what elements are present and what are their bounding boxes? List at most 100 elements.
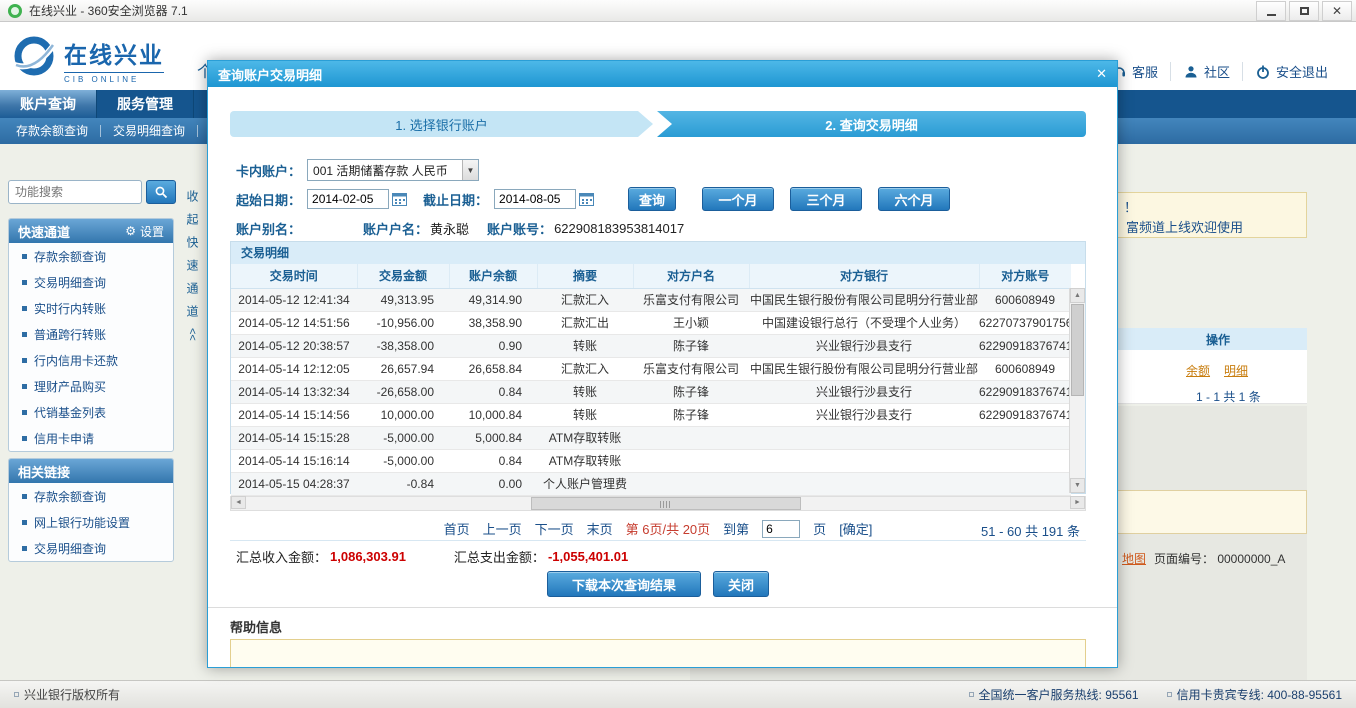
table-header-row: 交易时间 交易金额 账户余额 摘要 对方户名 对方银行 对方账号 [231,264,1071,288]
related-link-label: 存款余额查询 [34,488,106,505]
sidebar-item-interbank-transfer[interactable]: 普通跨行转账 [9,321,173,347]
community-label: 社区 [1204,62,1230,81]
transaction-row[interactable]: 2014-05-12 12:41:3449,313.9549,314.90汇款汇… [231,288,1071,311]
horizontal-scrollbar-thumb[interactable] [531,497,801,510]
transaction-row[interactable]: 2014-05-12 20:38:57-38,358.000.90转账陈子锋兴业… [231,334,1071,357]
transaction-row[interactable]: 2014-05-14 15:16:14-5,000.000.84ATM存取转账 [231,449,1071,472]
horizontal-scrollbar[interactable]: ◄ ► [230,496,1086,511]
transaction-cell: 38,358.90 [449,311,537,334]
tab-account-query[interactable]: 账户查询 [0,90,97,118]
col-header-time[interactable]: 交易时间 [231,264,357,288]
end-date-calendar-button[interactable] [579,192,594,206]
community-link[interactable]: 社区 [1170,62,1242,81]
vertical-scrollbar-thumb[interactable] [1071,304,1084,396]
transaction-cell [749,472,979,495]
subnav-transaction-detail[interactable]: 交易明细查询 [101,118,197,144]
transaction-cell: -10,956.00 [357,311,449,334]
col-header-counterparty-bank[interactable]: 对方银行 [749,264,979,288]
three-month-button[interactable]: 三个月 [790,187,862,211]
modal-header[interactable]: 查询账户交易明细 ✕ [208,61,1117,87]
gear-icon: ⚙ [125,225,136,237]
sidebar-item-transaction-detail[interactable]: 交易明细查询 [9,269,173,295]
first-page-link[interactable]: 首页 [444,519,470,538]
transaction-cell [749,426,979,449]
search-input[interactable] [8,180,142,204]
transaction-cell: 2014-05-14 13:32:34 [231,380,357,403]
goto-page-input[interactable] [762,520,800,538]
query-button[interactable]: 查询 [628,187,676,211]
six-month-button[interactable]: 六个月 [878,187,950,211]
subnav-deposit-balance[interactable]: 存款余额查询 [4,118,100,144]
sidebar-item-creditcard-apply[interactable]: 信用卡申请 [9,425,173,451]
transaction-row[interactable]: 2014-05-15 04:28:37-0.840.00个人账户管理费 [231,472,1071,495]
collapse-quick-channel-strip[interactable]: 收起快速通道<< [181,190,201,341]
account-select[interactable]: 001 活期储蓄存款 人民币 ▼ [307,159,479,181]
col-header-summary[interactable]: 摘要 [537,264,633,288]
income-total-label: 汇总收入金额： [236,547,327,566]
scroll-up-icon[interactable]: ▲ [1070,288,1085,303]
related-link-deposit-balance[interactable]: 存款余额查询 [9,483,173,509]
account-select-label: 卡内账户： [236,161,301,180]
related-link-transaction-detail[interactable]: 交易明细查询 [9,535,173,561]
quick-settings-button[interactable]: ⚙ 设置 [125,223,164,240]
col-header-balance[interactable]: 账户余额 [449,264,537,288]
transaction-cell [633,449,749,472]
step-select-account: 1. 选择银行账户 [230,111,653,137]
sidebar-item-creditcard-repay[interactable]: 行内信用卡还款 [9,347,173,373]
start-date-input[interactable] [307,189,389,209]
safe-logout-link[interactable]: 安全退出 [1242,62,1340,81]
vertical-scrollbar[interactable]: ▲ ▼ [1069,288,1085,493]
end-date-input[interactable] [494,189,576,209]
start-date-calendar-button[interactable] [392,192,407,206]
person-icon [1183,64,1199,80]
transaction-row[interactable]: 2014-05-14 13:32:34-26,658.000.84转账陈子锋兴业… [231,380,1071,403]
transaction-cell: 陈子锋 [633,403,749,426]
search-button[interactable] [146,180,176,204]
window-controls: ✕ [1253,0,1352,22]
transaction-row[interactable]: 2014-05-14 12:12:0526,657.9426,658.84汇款汇… [231,357,1071,380]
tab-service-management[interactable]: 服务管理 [97,90,194,118]
safe-logout-label: 安全退出 [1276,62,1328,81]
chevron-down-icon: ▼ [462,160,478,180]
goto-confirm-link[interactable]: [确定] [839,519,872,538]
welcome-notice-line2: 富频道上线欢迎使用 [1126,217,1243,236]
col-header-counterparty-account[interactable]: 对方账号 [979,264,1071,288]
modal-close-icon[interactable]: ✕ [1096,66,1107,82]
sidebar-item-deposit-balance[interactable]: 存款余额查询 [9,243,173,269]
bullet-icon [22,254,27,259]
sitemap-link[interactable]: 地图 [1122,550,1146,567]
scroll-right-icon[interactable]: ► [1070,496,1085,509]
download-results-button[interactable]: 下载本次查询结果 [547,571,701,597]
maximize-button[interactable] [1289,1,1319,21]
prev-page-link[interactable]: 上一页 [483,519,522,538]
scroll-down-icon[interactable]: ▼ [1070,478,1085,493]
next-page-link[interactable]: 下一页 [535,519,574,538]
related-link-ebank-settings[interactable]: 网上银行功能设置 [9,509,173,535]
page-footer: 兴业银行版权所有 全国统一客户服务热线: 95561 信用卡贵宾专线: 400-… [0,680,1356,708]
transaction-cell: -5,000.00 [357,426,449,449]
detail-link[interactable]: 明细 [1224,362,1248,379]
close-window-button[interactable]: ✕ [1322,1,1352,21]
transaction-row[interactable]: 2014-05-14 15:15:28-5,000.005,000.84ATM存… [231,426,1071,449]
sidebar-item-fund-list[interactable]: 代销基金列表 [9,399,173,425]
one-month-button[interactable]: 一个月 [702,187,774,211]
bullet-icon [22,520,27,525]
col-header-amount[interactable]: 交易金额 [357,264,449,288]
bullet-icon [22,358,27,363]
minimize-button[interactable] [1256,1,1286,21]
expense-total-value: -1,055,401.01 [548,549,628,564]
sidebar-item-wealth-product[interactable]: 理财产品购买 [9,373,173,399]
balance-link[interactable]: 余额 [1186,362,1210,379]
related-links-title: 相关链接 [18,462,70,481]
transaction-row[interactable]: 2014-05-14 15:14:5610,000.0010,000.84转账陈… [231,403,1071,426]
transaction-row[interactable]: 2014-05-12 14:51:56-10,956.0038,358.90汇款… [231,311,1071,334]
sidebar-item-label: 交易明细查询 [34,274,106,291]
last-page-link[interactable]: 末页 [587,519,613,538]
cib-logo-icon [10,32,58,83]
footer-right: 全国统一客户服务热线: 95561 信用卡贵宾专线: 400-88-95561 [969,686,1342,703]
col-header-counterparty-name[interactable]: 对方户名 [633,264,749,288]
close-dialog-button[interactable]: 关闭 [713,571,769,597]
scroll-left-icon[interactable]: ◄ [231,496,246,509]
transaction-cell: 26,657.94 [357,357,449,380]
sidebar-item-realtime-transfer[interactable]: 实时行内转账 [9,295,173,321]
